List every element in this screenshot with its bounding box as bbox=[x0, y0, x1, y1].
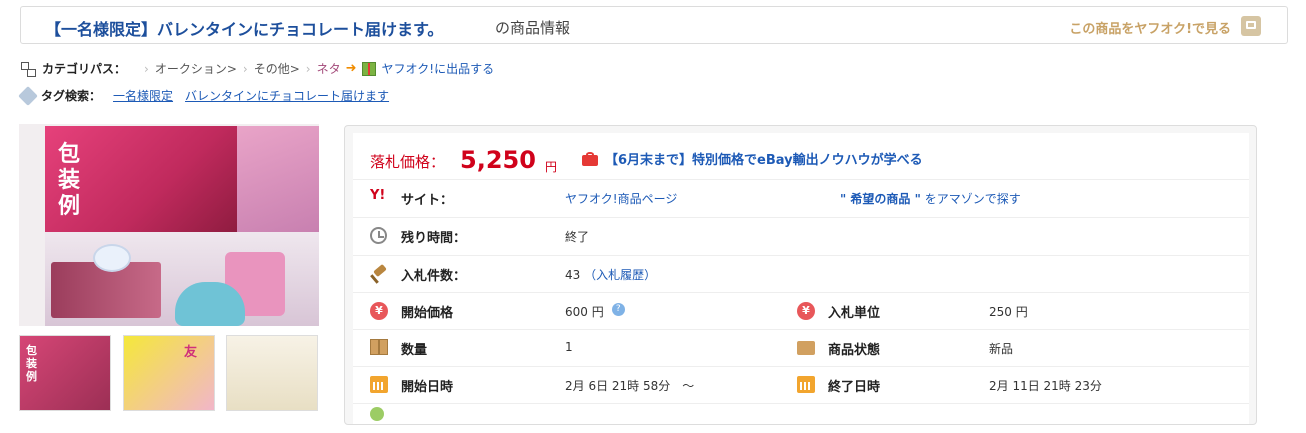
amazon-search-text: をアマゾンで探す bbox=[920, 192, 1021, 206]
end-date-value: 2月 11日 21時 23分 bbox=[989, 379, 1102, 393]
product-info-suffix: の商品情報 bbox=[495, 19, 571, 37]
yahoo-item-page-link[interactable]: ヤフオク!商品ページ bbox=[565, 190, 677, 207]
start-price-label: 開始価格 bbox=[401, 306, 454, 321]
start-price-value-wrap: 600 円? bbox=[565, 303, 625, 320]
price-unit: 円 bbox=[545, 160, 558, 174]
arrow-right-icon: ➜ bbox=[345, 61, 357, 76]
time-left-value: 終了 bbox=[565, 230, 590, 244]
calendar-icon bbox=[797, 376, 815, 393]
green-circle-icon bbox=[370, 407, 384, 421]
bid-count: 43 bbox=[565, 268, 581, 282]
thumbnail-text: 友 bbox=[184, 345, 198, 360]
extra-row bbox=[353, 403, 1249, 433]
photo-pink-pouch bbox=[237, 126, 319, 232]
chevron-right-icon: › bbox=[305, 61, 311, 76]
amazon-search-link[interactable]: " 希望の商品 " をアマゾンで探す bbox=[840, 190, 1021, 207]
yahoo-y-icon: Y! bbox=[370, 188, 386, 203]
start-date-value: 2月 6日 21時 58分 ～ bbox=[565, 379, 695, 393]
final-price-label: 落札価格： bbox=[370, 153, 446, 171]
end-date-label: 終了日時 bbox=[828, 380, 881, 395]
start-price-row: ¥ 開始価格 600 円? ¥ 入札単位 250 円 bbox=[353, 292, 1249, 330]
external-link-icon[interactable] bbox=[1241, 16, 1261, 36]
bids-row: 入札件数： 43 （入札履歴） bbox=[353, 255, 1249, 293]
yen-icon: ¥ bbox=[370, 302, 388, 320]
chevron-right-icon: › bbox=[242, 61, 248, 76]
list-on-yahoo-link[interactable]: ヤフオク!に出品する bbox=[382, 60, 495, 77]
quantity-value: 1 bbox=[565, 340, 573, 354]
tag-link-limited[interactable]: 一名様限定 bbox=[113, 87, 173, 104]
main-product-image[interactable]: 包装例 bbox=[19, 124, 319, 326]
breadcrumb-item-other[interactable]: その他> bbox=[254, 60, 300, 77]
desired-item-text: " 希望の商品 " bbox=[840, 192, 921, 206]
breadcrumb: カテゴリパス： › オークション> › その他> › ネタ ➜ ヤフオク!に出品… bbox=[20, 60, 494, 77]
tag-search-label: タグ検索： bbox=[41, 89, 102, 103]
bid-unit-label: 入札単位 bbox=[828, 306, 881, 321]
gift-ribbon-icon bbox=[582, 152, 598, 166]
product-header: 【一名様限定】バレンタインにチョコレート届けます。 の商品情報 この商品をヤフオ… bbox=[20, 6, 1288, 44]
condition-label: 商品状態 bbox=[828, 343, 881, 358]
gavel-icon bbox=[370, 265, 390, 283]
view-on-yahoo-link[interactable]: この商品をヤフオク!で見る bbox=[1069, 18, 1231, 37]
help-icon[interactable]: ? bbox=[611, 303, 625, 316]
box-icon bbox=[370, 339, 388, 355]
start-date-label: 開始日時 bbox=[401, 380, 454, 395]
breadcrumb-item-neta[interactable]: ネタ bbox=[317, 60, 341, 77]
calendar-icon bbox=[370, 376, 388, 393]
tag-icon bbox=[18, 85, 38, 106]
photo-gift-boxes bbox=[45, 232, 319, 326]
bid-history-link[interactable]: （入札履歴） bbox=[584, 268, 656, 282]
photo-heart-box bbox=[175, 282, 245, 326]
final-price-value: 5,250 bbox=[460, 146, 536, 174]
tag-search: タグ検索： 一名様限定 バレンタインにチョコレート届けます bbox=[18, 85, 401, 106]
chevron-right-icon: › bbox=[144, 61, 149, 76]
tag-link-valentine[interactable]: バレンタインにチョコレート届けます bbox=[185, 87, 389, 104]
photo-ribbon bbox=[93, 244, 131, 272]
price-row: 落札価格： 5,250 円 【6月末まで】特別価格でeBay輸出ノウハウが学べる bbox=[353, 133, 1249, 180]
category-path-icon bbox=[20, 61, 36, 77]
bids-label: 入札件数： bbox=[401, 269, 467, 284]
site-label: サイト： bbox=[401, 193, 454, 208]
photo-wrapping-bag: 包装例 bbox=[45, 126, 237, 232]
product-title: 【一名様限定】バレンタインにチョコレート届けます。 bbox=[45, 20, 444, 39]
start-price-value: 600 円 bbox=[565, 305, 604, 319]
condition-value: 新品 bbox=[989, 342, 1014, 356]
gift-icon bbox=[361, 61, 376, 76]
condition-icon bbox=[797, 341, 815, 355]
thumbnail-text: 包装例 bbox=[26, 344, 37, 383]
thumbnail-3[interactable] bbox=[226, 335, 318, 411]
quantity-row: 数量 1 商品状態 新品 bbox=[353, 329, 1249, 367]
breadcrumb-item-auction[interactable]: オークション> bbox=[155, 60, 237, 77]
dates-row: 開始日時 2月 6日 21時 58分 ～ 終了日時 2月 11日 21時 23分 bbox=[353, 366, 1249, 404]
thumbnail-2[interactable]: 友 bbox=[123, 335, 215, 411]
time-left-row: 残り時間： 終了 bbox=[353, 217, 1249, 256]
yen-icon: ¥ bbox=[797, 302, 815, 320]
quantity-label: 数量 bbox=[401, 343, 428, 358]
bids-value: 43 （入札履歴） bbox=[565, 266, 656, 283]
product-info-panel: 落札価格： 5,250 円 【6月末まで】特別価格でeBay輸出ノウハウが学べる… bbox=[344, 125, 1257, 425]
bid-unit-value: 250 円 bbox=[989, 305, 1028, 319]
thumbnail-1[interactable]: 包装例 bbox=[19, 335, 111, 411]
breadcrumb-label: カテゴリパス： bbox=[42, 62, 127, 76]
time-left-label: 残り時間： bbox=[401, 231, 467, 246]
photo-overlay-text: 包装例 bbox=[58, 142, 81, 219]
ebay-promo-link[interactable]: 【6月末まで】特別価格でeBay輸出ノウハウが学べる bbox=[605, 149, 923, 168]
clock-icon bbox=[370, 227, 387, 244]
site-row: Y! サイト： ヤフオク!商品ページ " 希望の商品 " をアマゾンで探す bbox=[353, 179, 1249, 218]
